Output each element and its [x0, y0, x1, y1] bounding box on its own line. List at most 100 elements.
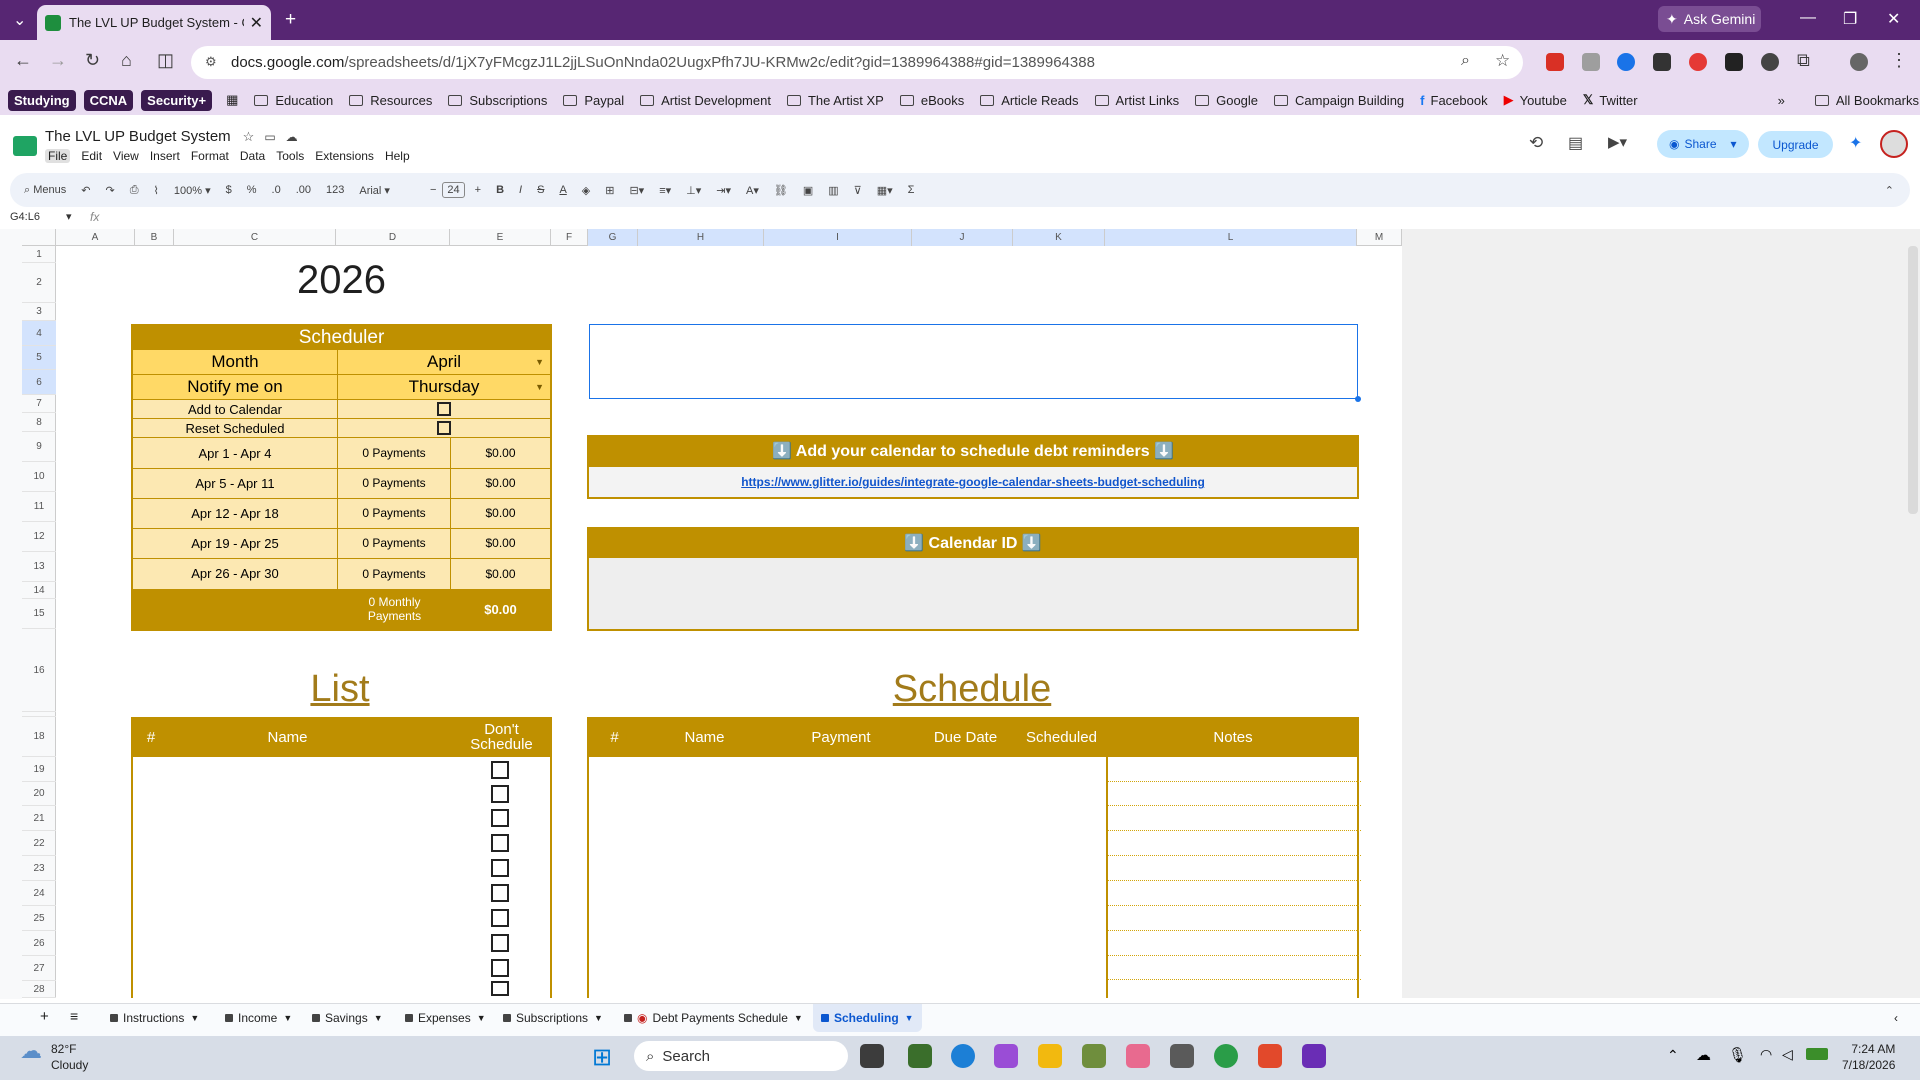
meet-icon[interactable]: ▶▾ [1608, 133, 1627, 151]
close-window-icon[interactable]: ✕ [1887, 9, 1900, 29]
dont-schedule-checkbox[interactable] [491, 909, 509, 927]
insert-chart-icon[interactable]: ▥ [828, 184, 838, 197]
profile-avatar[interactable] [1850, 53, 1868, 71]
bookmark-folder[interactable]: Artist Development [640, 93, 771, 108]
filter-views-icon[interactable]: ▦▾ [877, 184, 893, 197]
menu-help[interactable]: Help [385, 149, 410, 163]
ask-gemini-button[interactable]: ✦ Ask Gemini [1658, 6, 1761, 32]
document-title[interactable]: The LVL UP Budget System ☆ ▭ ☁ [45, 128, 298, 145]
menu-view[interactable]: View [113, 149, 139, 163]
row-header[interactable]: 5 [22, 346, 56, 370]
battery-icon[interactable] [1806, 1048, 1828, 1060]
dropdown-arrow-icon[interactable]: ▼ [535, 357, 544, 367]
column-header[interactable]: K [1013, 229, 1105, 246]
number-format-button[interactable]: 123 [326, 184, 344, 196]
upgrade-button[interactable]: Upgrade [1758, 131, 1833, 158]
search-page-icon[interactable]: ⌕ [1461, 52, 1470, 70]
notify-day-select[interactable]: Thursday ▼ [338, 375, 550, 399]
insert-comment-icon[interactable]: ▣ [803, 184, 813, 197]
menu-data[interactable]: Data [240, 149, 265, 163]
column-header[interactable]: H [638, 229, 764, 246]
row-header[interactable]: 16 [22, 629, 56, 712]
all-bookmarks[interactable]: All Bookmarks [1814, 93, 1919, 108]
dont-schedule-checkbox[interactable] [491, 785, 509, 803]
sheet-tab-income[interactable]: Income ▼ [225, 1011, 292, 1025]
merge-cells-icon[interactable]: ⊟▾ [629, 184, 644, 197]
home-icon[interactable]: ⌂ [121, 50, 132, 71]
new-tab-button[interactable]: + [285, 9, 296, 31]
font-size-plus-icon[interactable]: + [475, 184, 481, 196]
menu-tools[interactable]: Tools [276, 149, 304, 163]
onedrive-icon[interactable]: ☁ [1696, 1046, 1711, 1064]
add-sheet-icon[interactable]: + [40, 1008, 49, 1025]
forward-icon[interactable]: → [49, 50, 67, 71]
star-icon[interactable]: ☆ [243, 129, 255, 144]
reset-scheduled-checkbox[interactable] [437, 421, 451, 435]
borders-icon[interactable]: ⊞ [605, 184, 614, 197]
task-view-icon[interactable] [860, 1044, 884, 1068]
text-wrap-icon[interactable]: ⇥▾ [716, 184, 731, 197]
text-color-icon[interactable]: A [559, 184, 566, 196]
taskbar-search[interactable]: ⌕ Search [634, 1041, 848, 1071]
chrome-icon[interactable] [1214, 1044, 1238, 1068]
fill-color-icon[interactable]: ◈ [582, 184, 590, 197]
menu-file[interactable]: File [45, 149, 71, 163]
calendar-id-input[interactable] [587, 558, 1359, 631]
select-all-corner[interactable] [22, 229, 56, 246]
row-header[interactable]: 1 [22, 246, 56, 263]
extension-icon[interactable] [1617, 53, 1635, 71]
selection-fill-handle[interactable] [1355, 396, 1361, 402]
back-icon[interactable]: ← [14, 50, 32, 71]
menu-edit[interactable]: Edit [81, 149, 102, 163]
calendar-guide-link[interactable]: https://www.glitter.io/guides/integrate-… [741, 475, 1205, 489]
bookmark-chip[interactable]: Studying [8, 89, 76, 111]
calculator-icon[interactable] [1170, 1044, 1194, 1068]
column-header[interactable]: F [551, 229, 588, 246]
dont-schedule-checkbox[interactable] [491, 859, 509, 877]
percent-format-button[interactable]: % [247, 184, 257, 196]
functions-icon[interactable]: Σ [908, 184, 915, 196]
site-info-icon[interactable]: ⚙ [205, 54, 217, 70]
extension-icon[interactable] [1761, 53, 1779, 71]
column-header[interactable]: L [1105, 229, 1357, 246]
chevron-down-icon[interactable]: ▾ [1731, 137, 1737, 151]
bookmark-folder[interactable]: Campaign Building [1274, 93, 1404, 108]
bookmark-folder[interactable]: Education [254, 93, 333, 108]
browser-menu-icon[interactable]: ⋮ [1890, 50, 1908, 71]
row-header[interactable]: 21 [22, 806, 56, 831]
version-history-icon[interactable]: ⟲ [1529, 133, 1543, 153]
sheet-tab-expenses[interactable]: Expenses ▼ [405, 1011, 486, 1025]
row-header[interactable]: 28 [22, 981, 56, 998]
redo-icon[interactable]: ↷ [105, 184, 114, 197]
apps-grid-icon[interactable]: ▦ [226, 92, 238, 108]
reload-icon[interactable]: ↻ [85, 50, 100, 71]
vertical-scrollbar[interactable] [1908, 246, 1918, 514]
tray-overflow-icon[interactable]: ⌃ [1667, 1047, 1679, 1064]
side-panel-icon[interactable]: ◫ [157, 50, 174, 71]
chevron-down-icon[interactable]: ▾ [66, 211, 72, 223]
currency-format-button[interactable]: $ [226, 184, 232, 196]
row-header[interactable]: 13 [22, 552, 56, 582]
row-header[interactable]: 12 [22, 522, 56, 552]
dont-schedule-checkbox[interactable] [491, 809, 509, 827]
weather-widget[interactable]: ☁ 82°F Cloudy [20, 1040, 88, 1073]
collapse-sidebar-icon[interactable]: ‹ [1894, 1011, 1898, 1025]
row-header[interactable]: 18 [22, 717, 56, 757]
bookmark-link[interactable]: 𝕏 Twitter [1583, 92, 1638, 108]
menu-extensions[interactable]: Extensions [315, 149, 374, 163]
row-header[interactable]: 27 [22, 956, 56, 981]
sheet-tab-debt-payments-schedule[interactable]: ◉ Debt Payments Schedule ▼ [624, 1011, 803, 1025]
close-tab-icon[interactable]: ✕ [250, 13, 263, 33]
insert-link-icon[interactable]: ⛓ [774, 184, 788, 197]
dont-schedule-checkbox[interactable] [491, 761, 509, 779]
bookmark-link[interactable]: f Facebook [1420, 93, 1487, 108]
extensions-puzzle-icon[interactable]: ⧉ [1797, 50, 1810, 71]
column-header[interactable]: G [588, 229, 638, 246]
font-size-input[interactable]: 24 [442, 182, 465, 198]
bookmark-folder[interactable]: Resources [349, 93, 432, 108]
text-rotation-icon[interactable]: A▾ [746, 184, 759, 197]
bookmark-folder[interactable]: Google [1195, 93, 1258, 108]
chevron-down-icon[interactable]: ▼ [283, 1013, 292, 1023]
gemini-sparkle-icon[interactable]: ✦ [1849, 133, 1862, 153]
sheet-tab-subscriptions[interactable]: Subscriptions ▼ [503, 1011, 603, 1025]
